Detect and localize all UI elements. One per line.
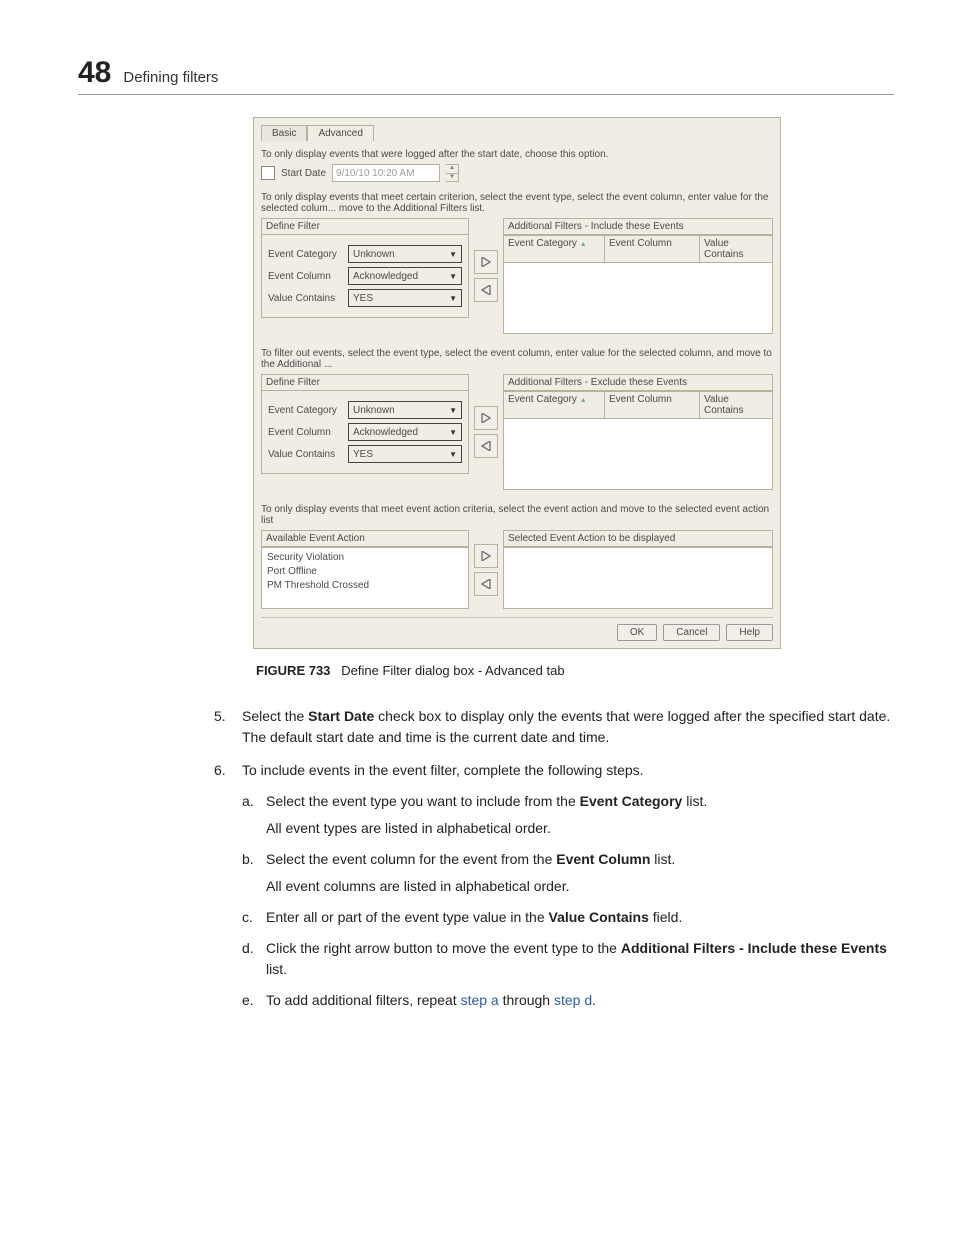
help-button[interactable]: Help bbox=[726, 624, 773, 641]
exclude-filters-title: Additional Filters - Exclude these Event… bbox=[503, 374, 773, 391]
event-category-select-2[interactable]: Unknown▼ bbox=[348, 401, 462, 419]
define-filter-title-2: Define Filter bbox=[261, 374, 469, 391]
step-6d: d. Click the right arrow button to move … bbox=[242, 938, 894, 980]
step-5: 5. Select the Start Date check box to di… bbox=[78, 706, 894, 748]
event-column-select-1[interactable]: Acknowledged▼ bbox=[348, 267, 462, 285]
list-item: Security Violation bbox=[267, 551, 463, 565]
available-actions-list[interactable]: Security Violation Port Offline PM Thres… bbox=[261, 547, 469, 609]
step-6c: c. Enter all or part of the event type v… bbox=[242, 907, 894, 928]
step-6: 6. To include events in the event filter… bbox=[78, 760, 894, 1021]
move-right-button-3[interactable] bbox=[474, 544, 498, 568]
start-date-input[interactable]: 9/10/10 10:20 AM bbox=[332, 164, 440, 182]
tab-advanced[interactable]: Advanced bbox=[307, 125, 373, 141]
chapter-number: 48 bbox=[78, 56, 111, 90]
move-right-button-2[interactable] bbox=[474, 406, 498, 430]
dialog-screenshot: Basic Advanced To only display events th… bbox=[253, 117, 781, 649]
include-table-body[interactable] bbox=[503, 263, 773, 334]
value-contains-select-1[interactable]: YES▼ bbox=[348, 289, 462, 307]
define-filter-title-1: Define Filter bbox=[261, 218, 469, 235]
move-left-button-1[interactable] bbox=[474, 278, 498, 302]
exclude-table-header: Event Category ▲ Event Column Value Cont… bbox=[503, 391, 773, 419]
value-contains-select-2[interactable]: YES▼ bbox=[348, 445, 462, 463]
list-item: PM Threshold Crossed bbox=[267, 579, 463, 593]
tab-basic[interactable]: Basic bbox=[261, 125, 307, 141]
figure-caption: FIGURE 733 Define Filter dialog box - Ad… bbox=[256, 663, 894, 678]
link-step-d[interactable]: step d bbox=[554, 992, 592, 1008]
start-date-desc: To only display events that were logged … bbox=[261, 149, 773, 160]
include-filters-title: Additional Filters - Include these Event… bbox=[503, 218, 773, 235]
exclude-table-body[interactable] bbox=[503, 419, 773, 490]
cancel-button[interactable]: Cancel bbox=[663, 624, 720, 641]
chapter-title: Defining filters bbox=[123, 69, 218, 86]
event-column-label: Event Column bbox=[268, 271, 348, 282]
include-help: To only display events that meet certain… bbox=[261, 192, 773, 214]
value-contains-label: Value Contains bbox=[268, 293, 348, 304]
start-date-spinner[interactable]: ▲▼ bbox=[446, 164, 459, 182]
event-category-select-1[interactable]: Unknown▼ bbox=[348, 245, 462, 263]
move-left-button-2[interactable] bbox=[474, 434, 498, 458]
sort-asc-icon-2: ▲ bbox=[580, 397, 587, 404]
action-help: To only display events that meet event a… bbox=[261, 504, 773, 526]
start-date-label: Start Date bbox=[281, 168, 326, 179]
start-date-checkbox[interactable] bbox=[261, 166, 275, 180]
sort-asc-icon: ▲ bbox=[580, 241, 587, 248]
selected-actions-list[interactable] bbox=[503, 547, 773, 609]
exclude-help: To filter out events, select the event t… bbox=[261, 348, 773, 370]
list-item: Port Offline bbox=[267, 565, 463, 579]
move-left-button-3[interactable] bbox=[474, 572, 498, 596]
step-6b: b. Select the event column for the event… bbox=[242, 849, 894, 897]
event-category-label: Event Category bbox=[268, 249, 348, 260]
include-table-header: Event Category ▲ Event Column Value Cont… bbox=[503, 235, 773, 263]
available-action-title: Available Event Action bbox=[261, 530, 469, 547]
ok-button[interactable]: OK bbox=[617, 624, 657, 641]
move-right-button-1[interactable] bbox=[474, 250, 498, 274]
page-header: 48 Defining filters bbox=[78, 56, 894, 95]
selected-action-title: Selected Event Action to be displayed bbox=[503, 530, 773, 547]
event-column-select-2[interactable]: Acknowledged▼ bbox=[348, 423, 462, 441]
step-6a: a. Select the event type you want to inc… bbox=[242, 791, 894, 839]
link-step-a[interactable]: step a bbox=[461, 992, 499, 1008]
step-6e: e. To add additional filters, repeat ste… bbox=[242, 990, 894, 1011]
